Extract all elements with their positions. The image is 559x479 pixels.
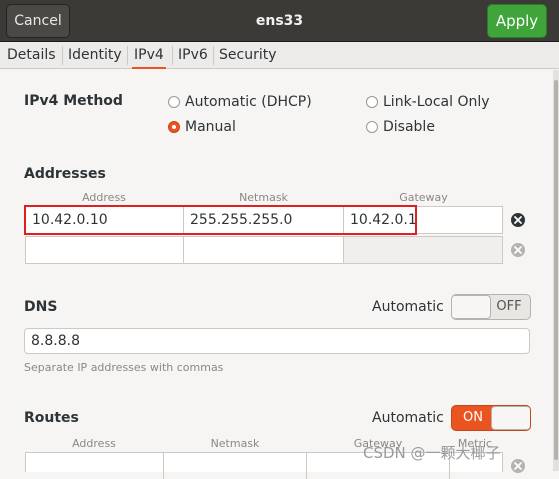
radio-indicator[interactable] xyxy=(168,96,180,108)
radio-label: Disable xyxy=(383,119,435,135)
column-header-netmask: Netmask xyxy=(210,437,260,450)
dns-input[interactable]: 8.8.8.8 xyxy=(24,328,530,354)
tab-security[interactable]: Security xyxy=(217,42,279,69)
radio-label: Link-Local Only xyxy=(383,94,490,110)
delete-route-icon xyxy=(511,459,525,473)
switch-state-label: OFF xyxy=(496,299,522,314)
dns-label: DNS xyxy=(24,299,58,315)
radio-manual[interactable]: Manual xyxy=(168,117,236,137)
radio-disable[interactable]: Disable xyxy=(366,117,435,137)
addresses-label: Addresses xyxy=(24,166,106,182)
address-row-empty xyxy=(25,236,503,264)
dns-automatic-switch[interactable]: OFF xyxy=(451,294,531,320)
delete-row-icon[interactable] xyxy=(509,211,527,229)
cancel-button[interactable]: Cancel xyxy=(6,4,70,38)
radio-indicator[interactable] xyxy=(366,96,378,108)
radio-link-local-only[interactable]: Link-Local Only xyxy=(366,92,490,112)
radio-label: Automatic (DHCP) xyxy=(185,94,312,110)
header-bar: Cancel ens33 Apply xyxy=(0,0,559,42)
tab-separator xyxy=(62,46,63,65)
column-header-address: Address xyxy=(82,191,126,204)
tab-ipv4[interactable]: IPv4 xyxy=(132,42,166,69)
routes-label: Routes xyxy=(24,410,79,426)
scrollbar-thumb[interactable] xyxy=(554,80,558,460)
route-netmask-input[interactable] xyxy=(164,453,307,479)
switch-knob xyxy=(491,406,530,430)
switch-state-label: ON xyxy=(463,410,483,425)
ipv4-method-label: IPv4 Method xyxy=(24,93,123,109)
route-address-input[interactable] xyxy=(26,453,164,479)
apply-button[interactable]: Apply xyxy=(487,4,547,38)
radio-indicator[interactable] xyxy=(366,121,378,133)
dns-automatic-label: Automatic xyxy=(372,299,444,315)
column-header-address: Address xyxy=(72,437,116,450)
highlight-box xyxy=(24,205,417,235)
dns-hint: Separate IP addresses with commas xyxy=(24,361,224,374)
routes-automatic-switch[interactable]: ON xyxy=(451,405,531,431)
column-header-netmask: Netmask xyxy=(239,191,288,204)
address-input[interactable] xyxy=(26,237,184,263)
watermark: CSDN @一颗大椰子 xyxy=(363,444,501,462)
radio-label: Manual xyxy=(185,119,236,135)
tab-ipv6[interactable]: IPv6 xyxy=(176,42,210,69)
tab-bar: Details Identity IPv4 IPv6 Security xyxy=(0,42,559,69)
netmask-input[interactable] xyxy=(184,237,344,263)
tab-details[interactable]: Details xyxy=(5,42,58,69)
scrollbar[interactable] xyxy=(553,70,559,471)
radio-automatic-dhcp[interactable]: Automatic (DHCP) xyxy=(168,92,312,112)
delete-row-icon xyxy=(511,243,525,257)
switch-knob xyxy=(452,295,491,319)
radio-indicator-checked[interactable] xyxy=(168,121,180,133)
ipv4-settings-panel: IPv4 Method Automatic (DHCP) Link-Local … xyxy=(0,70,553,479)
tab-separator xyxy=(213,46,214,65)
gateway-input[interactable] xyxy=(344,237,502,263)
routes-automatic-label: Automatic xyxy=(372,410,444,426)
window-title: ens33 xyxy=(255,13,304,29)
column-header-gateway: Gateway xyxy=(399,191,448,204)
tab-separator xyxy=(172,46,173,65)
tab-separator xyxy=(127,46,128,65)
tab-identity[interactable]: Identity xyxy=(66,42,124,69)
